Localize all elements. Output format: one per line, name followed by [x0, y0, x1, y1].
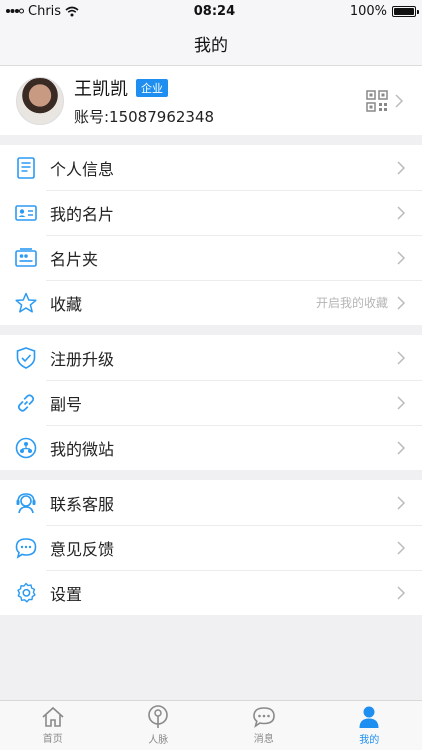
shield-icon — [16, 346, 36, 369]
clock: 08:24 — [193, 3, 236, 19]
tab-home[interactable]: 首页 — [0, 701, 106, 750]
chevron-right-icon — [397, 395, 406, 410]
document-icon — [17, 156, 35, 179]
chevron-right-icon — [397, 585, 406, 600]
chevron-right-icon — [397, 160, 406, 175]
profile-icon — [359, 706, 379, 728]
tab-label: 首页 — [42, 734, 63, 745]
menu-item-card-holder[interactable]: 名片夹 — [0, 235, 422, 280]
menu-item-label: 名片夹 — [50, 249, 99, 269]
wifi-icon — [65, 6, 79, 16]
menu-item-my-microsite[interactable]: 我的微站 — [0, 425, 422, 470]
menu-item-settings[interactable]: 设置 — [0, 570, 422, 615]
menu-item-my-card[interactable]: 我的名片 — [0, 190, 422, 235]
chevron-right-icon — [395, 93, 404, 108]
menu-item-label: 联系客服 — [50, 494, 115, 514]
card-holder-icon — [15, 247, 37, 267]
chevron-right-icon — [397, 205, 406, 220]
navigation-bar: 我的 — [0, 22, 422, 66]
menu-item-personal-info[interactable]: 个人信息 — [0, 145, 422, 190]
profile-card[interactable]: 王凯凯 企业 账号:15087962348 — [0, 66, 422, 135]
tab-messages[interactable]: 消息 — [211, 701, 317, 750]
message-icon — [252, 707, 275, 728]
chevron-right-icon — [397, 495, 406, 510]
tab-label: 人脉 — [148, 735, 169, 746]
menu-group-support: 联系客服 意见反馈 设置 — [0, 480, 422, 615]
menu-item-favorites[interactable]: 收藏 开启我的收藏 — [0, 280, 422, 325]
avatar[interactable] — [16, 76, 64, 125]
enterprise-badge: 企业 — [136, 78, 168, 97]
menu-item-register-upgrade[interactable]: 注册升级 — [0, 335, 422, 380]
menu-item-label: 意见反馈 — [50, 539, 115, 559]
menu-item-label: 个人信息 — [50, 159, 115, 179]
menu-item-label: 注册升级 — [50, 349, 115, 369]
menu-item-label: 我的名片 — [50, 204, 115, 224]
battery-icon — [391, 5, 419, 17]
site-icon — [15, 437, 37, 458]
chat-icon — [15, 537, 37, 559]
gear-icon — [17, 582, 36, 602]
tab-profile[interactable]: 我的 — [317, 701, 422, 750]
chevron-right-icon — [397, 540, 406, 555]
menu-item-customer-service[interactable]: 联系客服 — [0, 480, 422, 525]
business-card-icon — [15, 204, 37, 221]
home-icon — [42, 706, 64, 727]
menu-item-feedback[interactable]: 意见反馈 — [0, 525, 422, 570]
tab-label: 我的 — [359, 735, 380, 746]
star-icon — [15, 292, 37, 313]
chevron-right-icon — [397, 250, 406, 265]
carrier-label: Chris — [28, 3, 62, 19]
status-bar: Chris 08:24 100% — [0, 0, 422, 22]
tab-bar: 首页 人脉 消息 我的 — [0, 700, 422, 750]
contacts-icon — [148, 705, 169, 728]
menu-item-label: 副号 — [50, 394, 83, 414]
profile-name: 王凯凯 — [74, 78, 128, 100]
battery-percent: 100% — [349, 3, 387, 19]
page-title: 我的 — [194, 36, 228, 56]
chevron-right-icon — [397, 350, 406, 365]
tab-label: 消息 — [253, 734, 274, 745]
menu-item-label: 设置 — [50, 584, 83, 604]
menu-item-label: 我的微站 — [50, 439, 115, 459]
qr-code-icon[interactable] — [366, 89, 388, 112]
tab-contacts[interactable]: 人脉 — [106, 701, 212, 750]
menu-group-account: 个人信息 我的名片 名片夹 收藏 开启我的收藏 — [0, 145, 422, 325]
menu-item-sub-account[interactable]: 副号 — [0, 380, 422, 425]
chevron-right-icon — [397, 440, 406, 455]
account-number: 账号:15087962348 — [74, 107, 215, 126]
menu-group-services: 注册升级 副号 我的微站 — [0, 335, 422, 470]
link-icon — [17, 393, 35, 412]
chevron-right-icon — [397, 295, 406, 310]
menu-item-label: 收藏 — [50, 294, 83, 314]
headset-icon — [16, 492, 36, 513]
signal-icon — [6, 8, 24, 14]
favorites-hint: 开启我的收藏 — [315, 296, 388, 310]
